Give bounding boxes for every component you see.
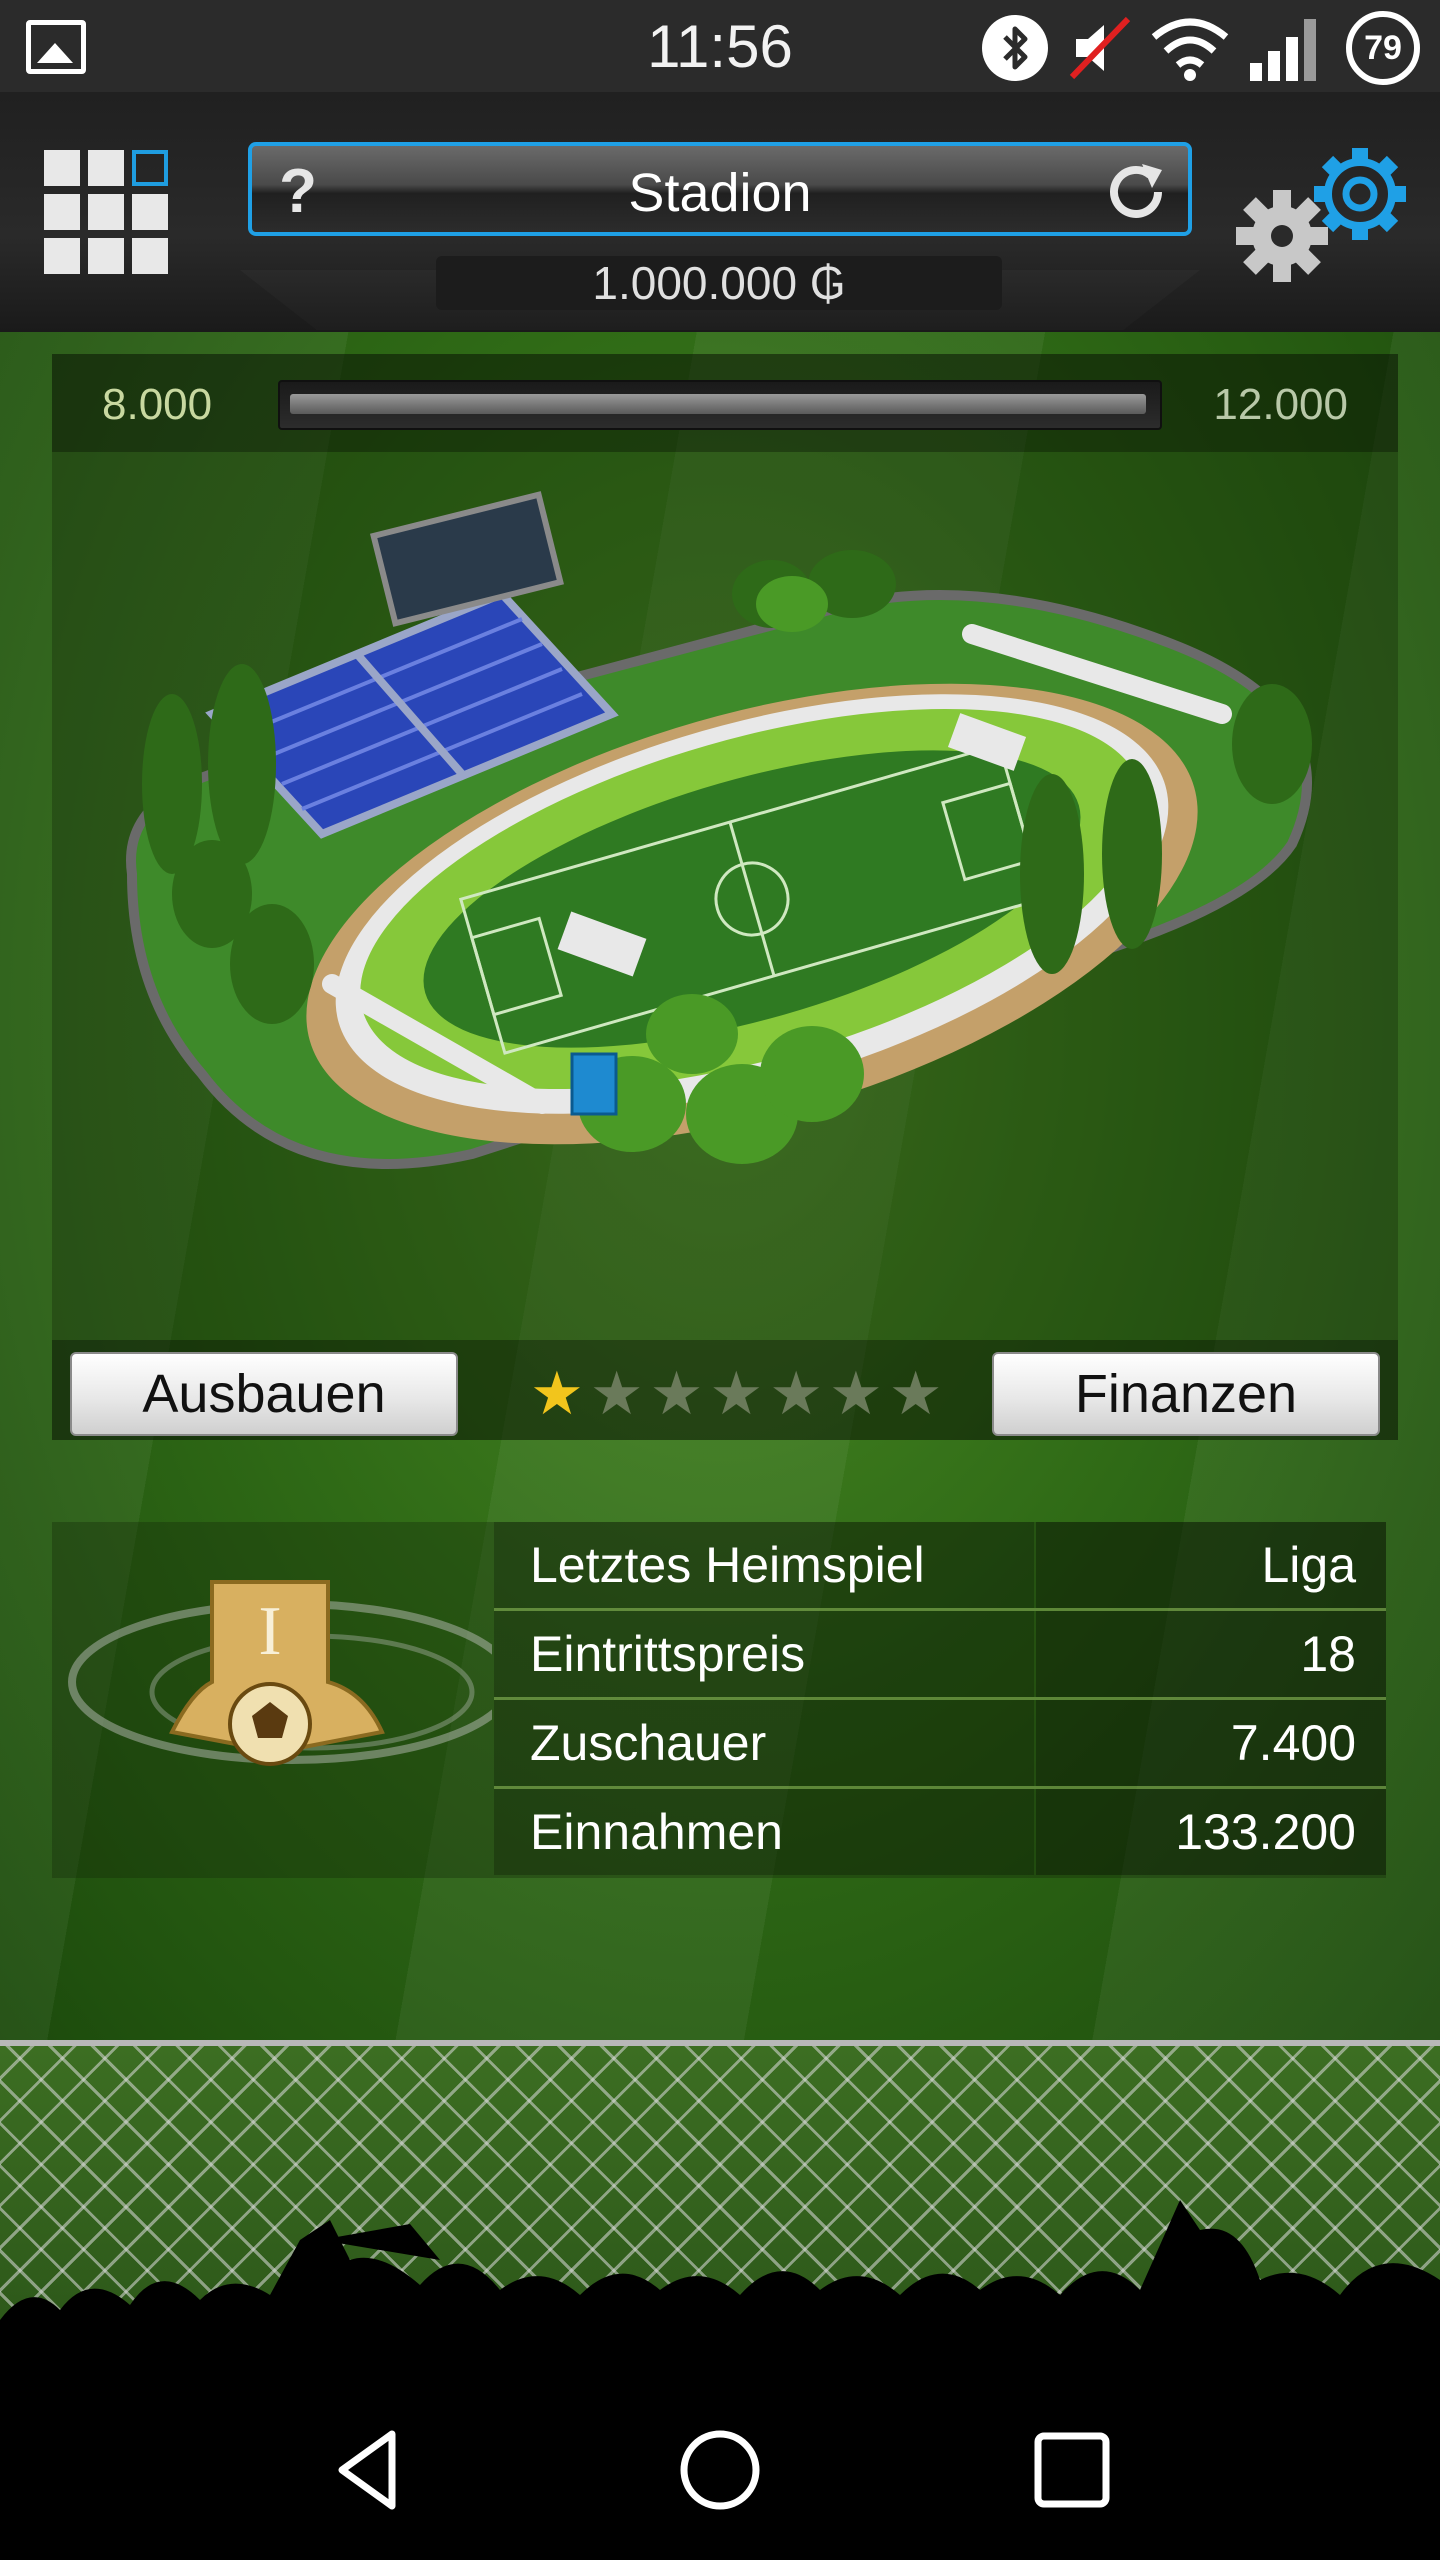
star-empty-icon: ★ <box>649 1360 704 1427</box>
star-filled-icon: ★ <box>530 1360 584 1427</box>
status-icons: 79 <box>980 8 1420 88</box>
money-balance: 1.000.000 ₲ <box>436 256 1002 310</box>
stat-label: Letztes Heimspiel <box>530 1537 925 1593</box>
star-empty-icon: ★ <box>888 1360 943 1427</box>
stat-value: 133.200 <box>1175 1804 1356 1860</box>
star-empty-icon: ★ <box>828 1360 883 1427</box>
last-home-game-panel: I Letztes Heimspiel Liga Eintrittspreis … <box>52 1522 1386 1878</box>
stat-value: Liga <box>1261 1537 1356 1593</box>
bluetooth-icon <box>982 15 1048 81</box>
signal-icon <box>1250 19 1316 81</box>
stadium-illustration <box>126 491 1312 1169</box>
stat-label: Zuschauer <box>530 1715 767 1771</box>
menu-grid-icon[interactable] <box>44 150 168 274</box>
star-empty-icon: ★ <box>769 1360 823 1427</box>
badge-letter: I <box>258 1593 281 1670</box>
table-row: Zuschauer 7.400 <box>494 1700 1386 1789</box>
stadium-action-row: Ausbauen ★ ★ ★ ★ ★ ★ ★ Finanzen <box>52 1340 1398 1440</box>
stadium-panel: 8.000 12.000 Ausbauen ★ ★ ★ ★ ★ ★ ★ Fina… <box>52 354 1398 1440</box>
stat-value: 18 <box>1300 1626 1356 1682</box>
stat-value: 7.400 <box>1230 1715 1356 1771</box>
home-icon[interactable] <box>670 2420 770 2520</box>
recent-apps-icon[interactable] <box>1022 2420 1122 2520</box>
battery-icon: 79 <box>1346 11 1420 85</box>
status-bar: 11:56 79 <box>0 0 1440 92</box>
crowd-silhouette <box>0 2200 1440 2380</box>
capacity-progress-fill <box>290 394 1146 414</box>
star-empty-icon: ★ <box>589 1360 644 1427</box>
finances-button[interactable]: Finanzen <box>992 1352 1380 1436</box>
capacity-progress-bar <box>278 380 1162 430</box>
table-row: Eintrittspreis 18 <box>494 1611 1386 1700</box>
system-nav-bar <box>0 2380 1440 2560</box>
settings-icon[interactable] <box>1232 146 1412 286</box>
wifi-icon <box>1151 18 1229 81</box>
page-title: Stadion <box>628 163 812 223</box>
stadium-star-rating: ★ ★ ★ ★ ★ ★ ★ <box>530 1362 943 1426</box>
capacity-max: 12.000 <box>1213 380 1348 429</box>
mute-icon <box>1069 16 1131 80</box>
stat-label: Eintrittspreis <box>530 1626 806 1682</box>
table-row: Letztes Heimspiel Liga <box>494 1522 1386 1611</box>
capacity-current: 8.000 <box>102 380 213 429</box>
home-game-stats-table: Letztes Heimspiel Liga Eintrittspreis 18… <box>494 1522 1386 1878</box>
stat-label: Einnahmen <box>530 1804 783 1860</box>
star-empty-icon: ★ <box>709 1360 764 1427</box>
screen-title-box: ? Stadion <box>248 142 1192 236</box>
back-icon[interactable] <box>320 2420 420 2520</box>
table-row: Einnahmen 133.200 <box>494 1789 1386 1878</box>
league-badge-icon: I <box>68 1580 492 1766</box>
capacity-bar-row: 8.000 12.000 <box>52 354 1398 452</box>
refresh-icon[interactable] <box>1100 156 1172 228</box>
upgrade-stadium-button[interactable]: Ausbauen <box>70 1352 458 1436</box>
